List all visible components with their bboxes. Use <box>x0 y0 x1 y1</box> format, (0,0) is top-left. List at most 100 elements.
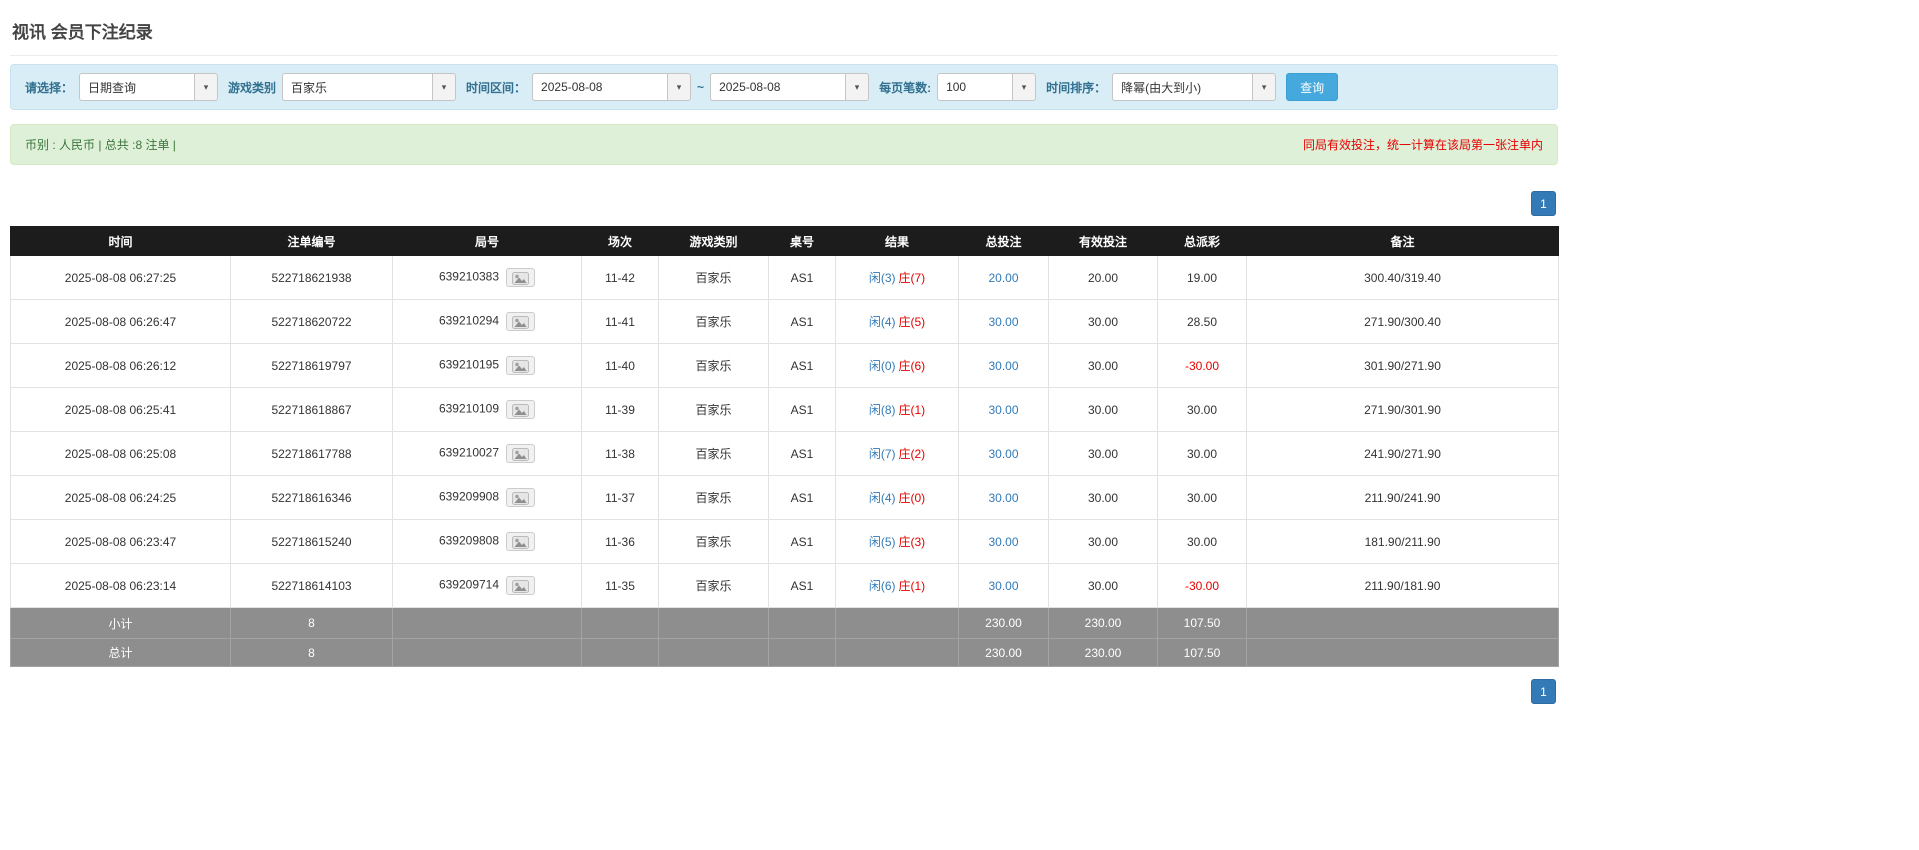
grand-total-valid-bet: 230.00 <box>1048 638 1158 667</box>
game-result-image-icon[interactable] <box>506 532 536 551</box>
cell-game-type: 百家乐 <box>658 255 769 300</box>
column-header: 结果 <box>835 226 959 256</box>
sort-order-input[interactable] <box>1112 73 1253 101</box>
column-header: 场次 <box>581 226 659 256</box>
date-from-caret-button[interactable]: ▾ <box>667 73 692 101</box>
page-button-1[interactable]: 1 <box>1531 679 1556 704</box>
cell-result: 闲(0) 庄(6) <box>835 343 959 388</box>
empty-cell <box>658 607 769 639</box>
game-type-input[interactable] <box>282 73 433 101</box>
game-result-image-icon[interactable] <box>506 444 536 463</box>
sort-order-label: 时间排序： <box>1046 80 1107 95</box>
pagination-top: 1 <box>12 191 1556 216</box>
query-type-caret-button[interactable]: ▾ <box>194 73 219 101</box>
cell-bet-id: 522718617788 <box>230 431 393 476</box>
table-row: 2025-08-08 06:26:47 522718620722 639210294… <box>10 299 1559 344</box>
subtotal-row: 小计 8 230.00 230.00 107.50 <box>10 607 1559 639</box>
cell-note: 300.40/319.40 <box>1246 255 1559 300</box>
game-type-caret-button[interactable]: ▾ <box>432 73 457 101</box>
game-result-image-icon[interactable] <box>506 268 536 287</box>
cell-note: 271.90/300.40 <box>1246 299 1559 344</box>
cell-payout: 30.00 <box>1157 431 1247 476</box>
page-container: 视讯 会员下注纪录 请选择： ▾ 游戏类别 ▾ 时间区间： ▾ ~ ▾ 每页笔数… <box>10 0 1559 704</box>
game-result-image-icon[interactable] <box>506 576 536 595</box>
total-bet-link[interactable]: 30.00 <box>988 403 1018 417</box>
bet-table-body: 2025-08-08 06:27:25 522718621938 639210383… <box>10 255 1559 608</box>
total-bet-link[interactable]: 30.00 <box>988 315 1018 329</box>
grand-total-total-bet: 230.00 <box>958 638 1049 667</box>
caret-down-icon: ▾ <box>1261 81 1267 92</box>
table-row: 2025-08-08 06:25:41 522718618867 639210109… <box>10 387 1559 432</box>
column-header: 游戏类别 <box>658 226 769 256</box>
date-to-caret-button[interactable]: ▾ <box>845 73 870 101</box>
cell-table-no: AS1 <box>768 431 836 476</box>
game-result-image-icon[interactable] <box>506 488 536 507</box>
table-row: 2025-08-08 06:25:08 522718617788 639210027… <box>10 431 1559 476</box>
game-type-label: 游戏类别 <box>228 80 277 95</box>
cell-round: 639209908 <box>392 475 582 520</box>
sort-order-caret-button[interactable]: ▾ <box>1252 73 1277 101</box>
game-result-image-icon[interactable] <box>506 312 536 331</box>
valid-bet-notice: 同局有效投注，统一计算在该局第一张注单内 <box>1302 138 1543 152</box>
date-separator: ~ <box>697 80 705 94</box>
page-size-combo: ▾ <box>937 73 1037 101</box>
total-bet-link[interactable]: 30.00 <box>988 359 1018 373</box>
cell-note: 181.90/211.90 <box>1246 519 1559 564</box>
cell-valid-bet: 30.00 <box>1048 431 1158 476</box>
result-player: 闲(7) <box>868 447 896 461</box>
game-result-image-icon[interactable] <box>506 356 536 375</box>
cell-note: 211.90/241.90 <box>1246 475 1559 520</box>
result-banker: 庄(7) <box>898 271 926 285</box>
total-bet-link[interactable]: 30.00 <box>988 579 1018 593</box>
cell-bet-id: 522718621938 <box>230 255 393 300</box>
cell-result: 闲(5) 庄(3) <box>835 519 959 564</box>
cell-session: 11-36 <box>581 519 659 564</box>
betting-records-table: 时间 注单编号 局号 场次 游戏类别 桌号 结果 总投注 有效投注 总派彩 备注 2025-08-0… <box>10 226 1559 667</box>
cell-valid-bet: 30.00 <box>1048 343 1158 388</box>
cell-total-bet: 30.00 <box>958 475 1049 520</box>
page-size-input[interactable] <box>937 73 1013 101</box>
total-bet-link[interactable]: 30.00 <box>988 535 1018 549</box>
cell-bet-id: 522718615240 <box>230 519 393 564</box>
cell-note: 301.90/271.90 <box>1246 343 1559 388</box>
column-header: 注单编号 <box>230 226 393 256</box>
round-id: 639210027 <box>438 445 500 460</box>
info-bar: 币别 : 人民币 | 总共 :8 注单 | 同局有效投注，统一计算在该局第一张注… <box>10 124 1558 165</box>
page-title: 视讯 会员下注纪录 <box>10 12 1558 56</box>
cell-time: 2025-08-08 06:23:47 <box>10 519 231 564</box>
cell-round: 639209714 <box>392 563 582 608</box>
date-to-input[interactable] <box>710 73 846 101</box>
round-id: 639210109 <box>438 401 500 416</box>
round-id: 639210383 <box>438 269 500 284</box>
cell-result: 闲(7) 庄(2) <box>835 431 959 476</box>
cell-total-bet: 30.00 <box>958 387 1049 432</box>
cell-table-no: AS1 <box>768 255 836 300</box>
cell-game-type: 百家乐 <box>658 475 769 520</box>
cell-session: 11-42 <box>581 255 659 300</box>
page-size-caret-button[interactable]: ▾ <box>1012 73 1037 101</box>
cell-note: 271.90/301.90 <box>1246 387 1559 432</box>
query-type-input[interactable] <box>79 73 195 101</box>
date-from-input[interactable] <box>532 73 668 101</box>
subtotal-total-bet: 230.00 <box>958 607 1049 639</box>
page-button-1[interactable]: 1 <box>1531 191 1556 216</box>
cell-result: 闲(3) 庄(7) <box>835 255 959 300</box>
game-type-combo: ▾ <box>282 73 457 101</box>
total-bet-link[interactable]: 30.00 <box>988 491 1018 505</box>
cell-round: 639209808 <box>392 519 582 564</box>
date-range-label: 时间区间： <box>466 80 527 95</box>
grand-total-label: 总计 <box>10 638 231 667</box>
cell-session: 11-38 <box>581 431 659 476</box>
total-bet-link[interactable]: 30.00 <box>988 447 1018 461</box>
grand-total-payout: 107.50 <box>1157 638 1247 667</box>
cell-result: 闲(4) 庄(0) <box>835 475 959 520</box>
cell-game-type: 百家乐 <box>658 299 769 344</box>
cell-payout: 30.00 <box>1157 519 1247 564</box>
total-bet-link[interactable]: 20.00 <box>988 271 1018 285</box>
cell-time: 2025-08-08 06:24:25 <box>10 475 231 520</box>
cell-table-no: AS1 <box>768 299 836 344</box>
search-button[interactable]: 查询 <box>1286 73 1339 101</box>
cell-table-no: AS1 <box>768 563 836 608</box>
game-result-image-icon[interactable] <box>506 400 536 419</box>
cell-bet-id: 522718620722 <box>230 299 393 344</box>
